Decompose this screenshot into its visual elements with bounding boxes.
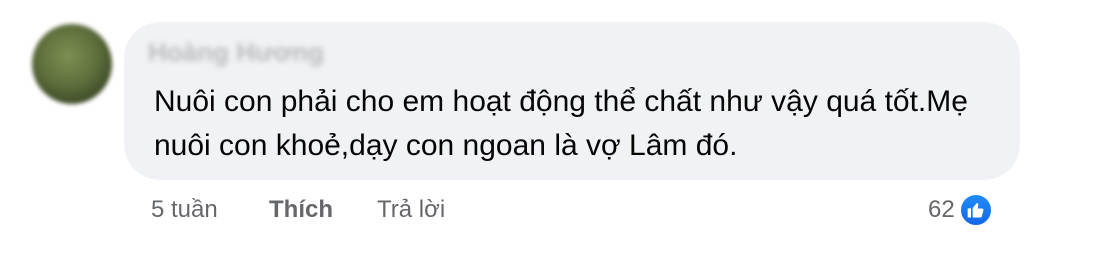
comment-timestamp[interactable]: 5 tuần [151, 194, 218, 226]
reaction-count: 62 [928, 196, 955, 223]
comment-text: Nuôi con phải cho em hoạt động thể chất … [154, 85, 968, 162]
thumbs-up-icon [967, 202, 984, 218]
comment-author-name[interactable]: Hoàng Hương [148, 37, 324, 68]
comment-actions: 5 tuần Thích Trả lời 62 [0, 193, 1100, 228]
reactions-summary[interactable]: 62 [928, 193, 993, 227]
like-button[interactable]: Thích [269, 194, 333, 226]
comment-bubble: Hoàng Hương Nuôi con phải cho em hoạt độ… [124, 22, 1020, 180]
like-icon [958, 193, 993, 227]
reply-button[interactable]: Trả lời [377, 194, 445, 226]
avatar[interactable] [32, 24, 112, 104]
